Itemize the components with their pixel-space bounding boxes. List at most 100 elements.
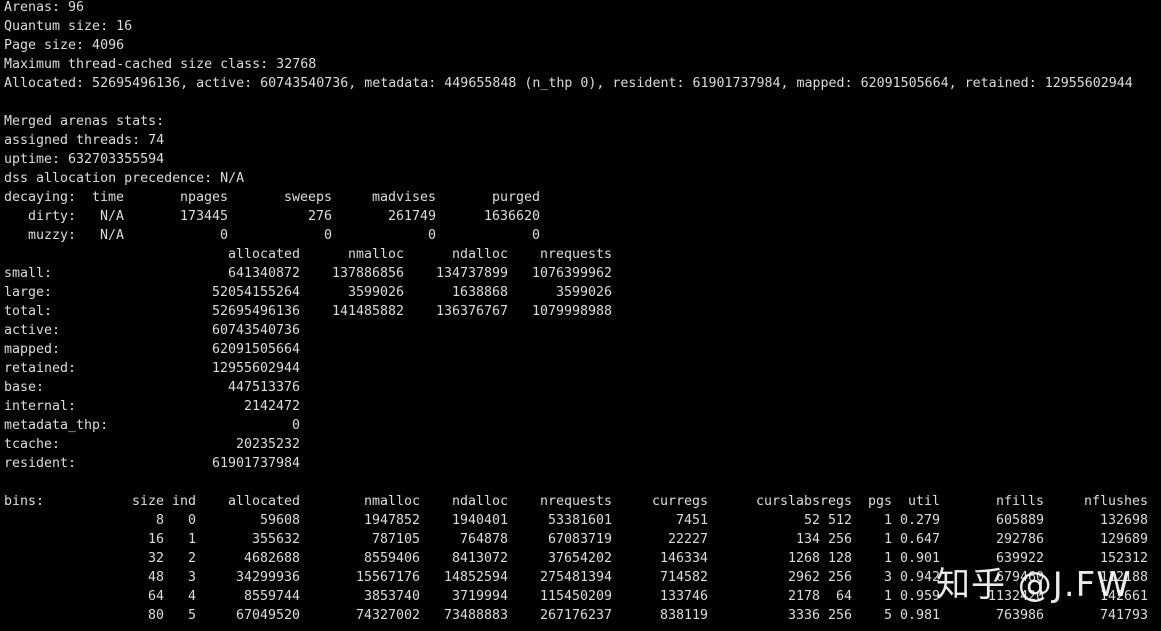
bins-cell: 37654202 xyxy=(547,551,612,566)
decaying-row: dirty: N/A 173445 276 261749 1636620 xyxy=(4,207,1161,226)
bins-cell: 67049520 xyxy=(235,608,300,623)
terminal-output[interactable]: Arenas: 96 Quantum size: 16 Page size: 4… xyxy=(4,0,1161,625)
decaying-header-cell: decaying: xyxy=(4,190,77,205)
bins-cell: 512 xyxy=(827,513,852,528)
decaying-header-cell: npages xyxy=(179,190,228,205)
bins-cell: 16 xyxy=(147,532,164,547)
totals-cell: 62091505664 xyxy=(211,342,300,357)
bins-cell: 292786 xyxy=(995,532,1044,547)
totals-table: allocated nmalloc ndalloc nrequests small: 64… xyxy=(4,245,1161,473)
bins-cell: 1 xyxy=(883,551,892,566)
max-tcache-line: Maximum thread-cached size class: 32768 xyxy=(4,57,317,72)
totals-row: small: 641340872 137886856 134737899 1076399… xyxy=(4,264,1161,283)
bins-cell: 7451 xyxy=(675,513,708,528)
totals-row: active: 60743540736 xyxy=(4,321,1161,340)
bins-cell: 0.901 xyxy=(899,551,940,566)
bins-cell: 5 xyxy=(883,608,892,623)
totals-cell: mapped: xyxy=(4,342,61,357)
totals-cell: 134737899 xyxy=(435,266,508,281)
totals-row: retained: 12955602944 xyxy=(4,359,1161,378)
totals-cell: metadata_thp: xyxy=(4,418,109,433)
bins-cell: 0.942 xyxy=(899,570,940,585)
uptime-line: uptime: 632703355594 xyxy=(4,152,165,167)
totals-cell: 447513376 xyxy=(227,380,300,395)
decaying-cell: 276 xyxy=(307,209,332,224)
totals-cell: 137886856 xyxy=(331,266,404,281)
totals-cell: internal: xyxy=(4,399,77,414)
bins-header-cell: ind xyxy=(171,494,196,509)
bins-header-cell: curregs xyxy=(651,494,708,509)
totals-cell: 52054155264 xyxy=(211,285,300,300)
decaying-row: muzzy: N/A 0 0 0 0 xyxy=(4,226,1161,245)
bins-cell: 0.981 xyxy=(899,608,940,623)
bins-cell: 714582 xyxy=(659,570,708,585)
bins-cell: 53381601 xyxy=(547,513,612,528)
totals-cell: 641340872 xyxy=(227,266,300,281)
bins-cell: 64 xyxy=(835,589,852,604)
bins-row: 8 0 59608 1947852 1940401 53381601 7451 52 512 1 0… xyxy=(4,511,1161,530)
decaying-cell: 0 xyxy=(219,228,228,243)
totals-cell: 1076399962 xyxy=(531,266,612,281)
bins-cell: 3853740 xyxy=(363,589,420,604)
merged-title: Merged arenas stats: xyxy=(4,114,165,129)
bins-cell: 0.647 xyxy=(899,532,940,547)
totals-cell: base: xyxy=(4,380,45,395)
totals-row: large: 52054155264 3599026 1638868 3599026 xyxy=(4,283,1161,302)
totals-cell: small: xyxy=(4,266,53,281)
decaying-cell: N/A xyxy=(99,228,124,243)
bins-cell: 48 xyxy=(147,570,164,585)
bins-cell: 605889 xyxy=(995,513,1044,528)
bins-cell: 267176237 xyxy=(539,608,612,623)
totals-header-cell: allocated xyxy=(227,247,300,262)
decaying-cell: 0 xyxy=(427,228,436,243)
bins-cell: 838119 xyxy=(659,608,708,623)
decaying-header-cell: madvises xyxy=(371,190,436,205)
bins-cell: 134 xyxy=(795,532,820,547)
totals-cell: 3599026 xyxy=(555,285,612,300)
bins-cell: 128 xyxy=(827,551,852,566)
decaying-header-cell: purged xyxy=(491,190,540,205)
totals-row: total: 52695496136 141485882 136376767 10799… xyxy=(4,302,1161,321)
bins-cell: 22227 xyxy=(667,532,708,547)
totals-cell: 12955602944 xyxy=(211,361,300,376)
bins-cell: 256 xyxy=(827,608,852,623)
totals-cell: 0 xyxy=(291,418,300,433)
bins-cell: 64 xyxy=(147,589,164,604)
bins-cell: 129689 xyxy=(1099,532,1148,547)
totals-header-cell: nrequests xyxy=(539,247,612,262)
bins-cell: 0.279 xyxy=(899,513,940,528)
page-size-line: Page size: 4096 xyxy=(4,38,125,53)
bins-cell: 787105 xyxy=(371,532,420,547)
bins-cell: 4 xyxy=(187,589,196,604)
bins-header-cell: nmalloc xyxy=(363,494,420,509)
bins-cell: 52 xyxy=(803,513,820,528)
bins-cell: 256 xyxy=(827,532,852,547)
decaying-cell: muzzy: xyxy=(28,228,77,243)
decaying-header-cell: time xyxy=(91,190,124,205)
watermark: 知乎 @J.FW xyxy=(936,565,1131,605)
totals-cell: 1079998988 xyxy=(531,304,612,319)
bins-cell: 5 xyxy=(187,608,196,623)
bins-cell: 1940401 xyxy=(451,513,508,528)
bins-cell: 3 xyxy=(187,570,196,585)
totals-row: mapped: 62091505664 xyxy=(4,340,1161,359)
arenas-line: Arenas: 96 xyxy=(4,0,85,15)
decaying-cell: 0 xyxy=(531,228,540,243)
bins-cell: 1 xyxy=(883,532,892,547)
bins-cell: 73488883 xyxy=(443,608,508,623)
decaying-cell: 173445 xyxy=(179,209,228,224)
bins-row: 16 1 355632 787105 764878 67083719 22227 134 256… xyxy=(4,530,1161,549)
bins-header-cell: nfills xyxy=(995,494,1044,509)
bins-header-cell: nflushes xyxy=(1083,494,1148,509)
totals-cell: 20235232 xyxy=(235,437,300,452)
decaying-table: decaying: time npages sweeps madvises purged d… xyxy=(4,188,1161,245)
bins-cell: 74327002 xyxy=(355,608,420,623)
bins-cell: 80 xyxy=(147,608,164,623)
totals-header-cell: ndalloc xyxy=(451,247,508,262)
totals-cell: tcache: xyxy=(4,437,61,452)
bins-cell: 1 xyxy=(883,513,892,528)
bins-cell: 115450209 xyxy=(539,589,612,604)
totals-cell: 136376767 xyxy=(435,304,508,319)
